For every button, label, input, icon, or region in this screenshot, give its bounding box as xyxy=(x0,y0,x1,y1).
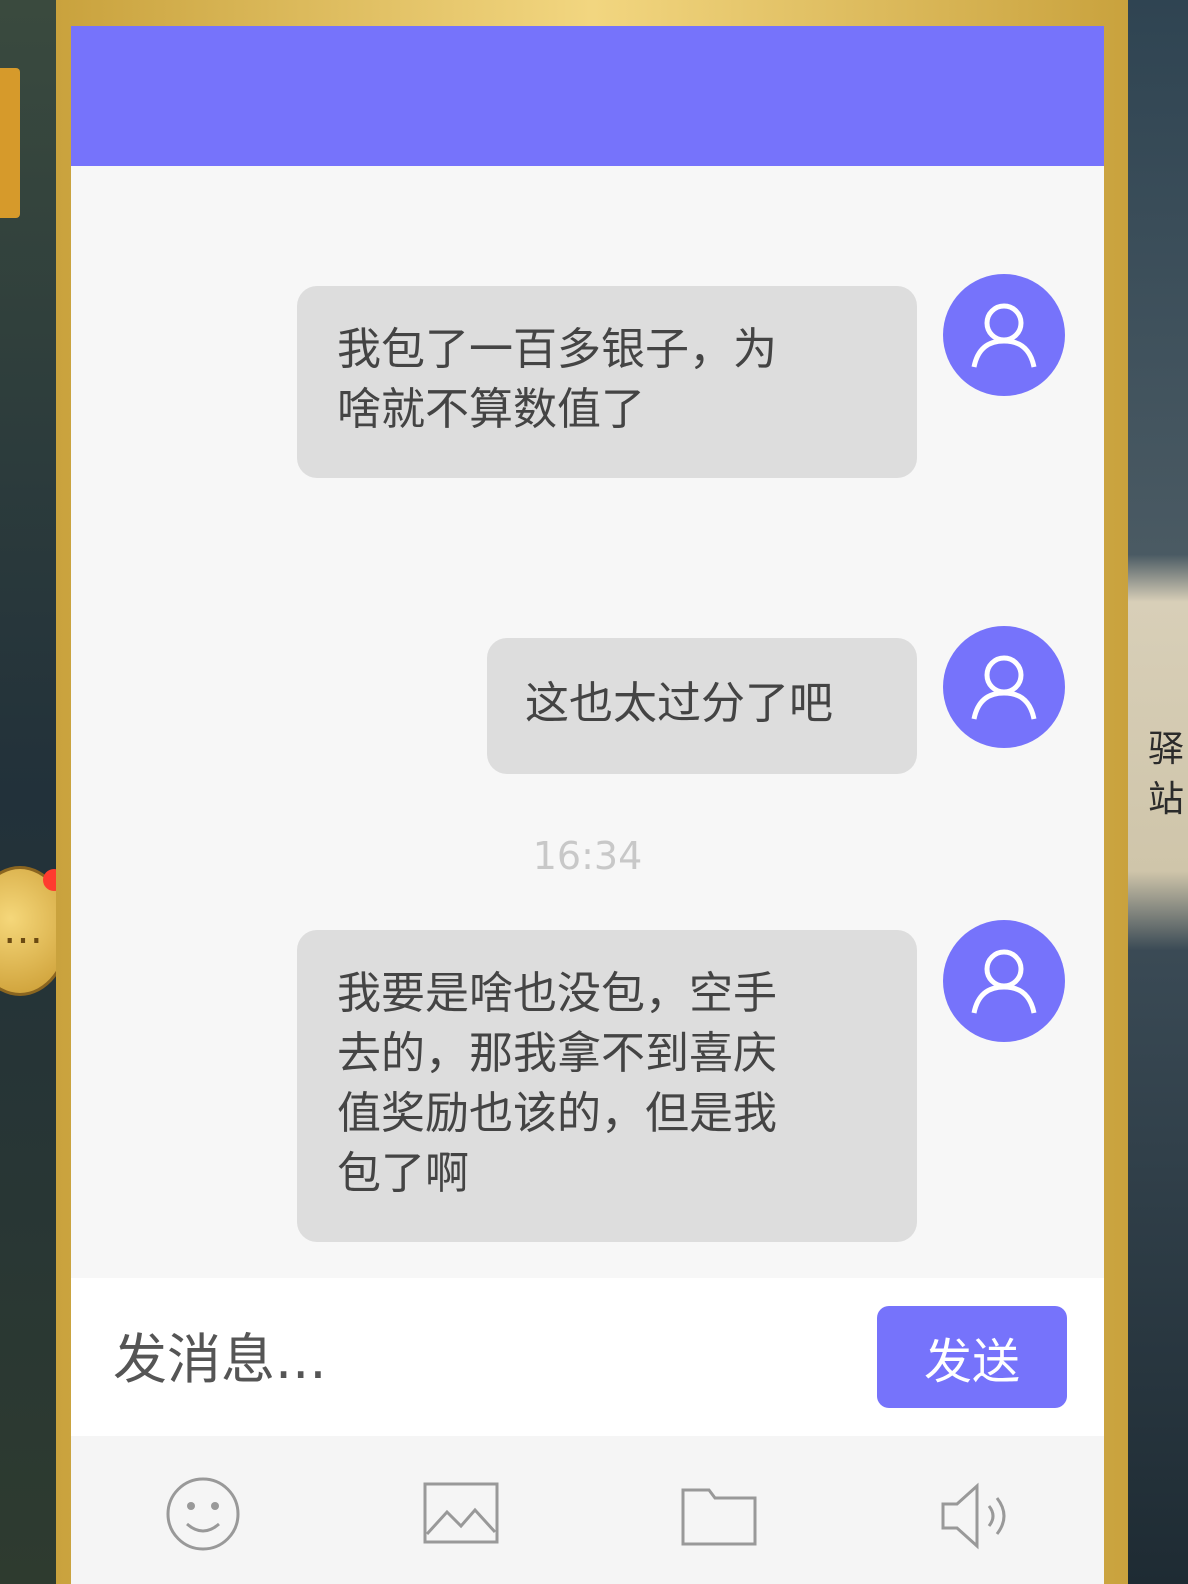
game-left-scenery xyxy=(0,0,60,1584)
message-line: 我要是啥也没包，空手 xyxy=(337,968,777,1019)
user-avatar[interactable] xyxy=(943,274,1065,396)
chat-panel: 我包了一百多银子，为 啥就不算数值了 这也太过分了吧 16:34 我要是啥也没包… xyxy=(71,26,1104,1584)
user-avatar[interactable] xyxy=(943,920,1065,1042)
voice-icon[interactable] xyxy=(937,1474,1017,1554)
message-list[interactable]: 我包了一百多银子，为 啥就不算数值了 这也太过分了吧 16:34 我要是啥也没包… xyxy=(71,166,1104,1278)
message-timestamp: 16:34 xyxy=(532,834,643,878)
person-icon xyxy=(971,303,1037,368)
chat-toolbar xyxy=(71,1436,1104,1584)
image-icon[interactable] xyxy=(421,1474,501,1554)
game-side-tab[interactable] xyxy=(0,68,20,218)
speech-bubble-icon: … xyxy=(3,907,43,953)
folder-icon[interactable] xyxy=(679,1474,759,1554)
message-line: 我包了一百多银子，为 xyxy=(337,324,777,375)
message-line: 啥就不算数值了 xyxy=(337,384,645,435)
game-side-label-1: 驿 xyxy=(1148,729,1185,770)
person-icon xyxy=(971,949,1037,1014)
message-bubble: 我要是啥也没包，空手 去的，那我拿不到喜庆 值奖励也该的，但是我 包了啊 xyxy=(297,930,917,1242)
message-line: 值奖励也该的，但是我 xyxy=(337,1088,777,1139)
message-input-bar: 发送 xyxy=(71,1278,1104,1436)
user-avatar[interactable] xyxy=(943,626,1065,748)
message-bubble: 这也太过分了吧 xyxy=(487,638,917,774)
game-side-label-2: 站 xyxy=(1148,779,1185,820)
emoji-icon[interactable] xyxy=(163,1474,243,1554)
message-line: 包了啊 xyxy=(337,1148,469,1199)
message-bubble: 我包了一百多银子，为 啥就不算数值了 xyxy=(297,286,917,478)
message-line: 这也太过分了吧 xyxy=(525,678,833,729)
send-button[interactable]: 发送 xyxy=(877,1306,1067,1408)
chat-header xyxy=(71,26,1104,166)
message-line: 去的，那我拿不到喜庆 xyxy=(337,1028,777,1079)
person-icon xyxy=(971,655,1037,720)
message-input[interactable] xyxy=(111,1318,855,1400)
